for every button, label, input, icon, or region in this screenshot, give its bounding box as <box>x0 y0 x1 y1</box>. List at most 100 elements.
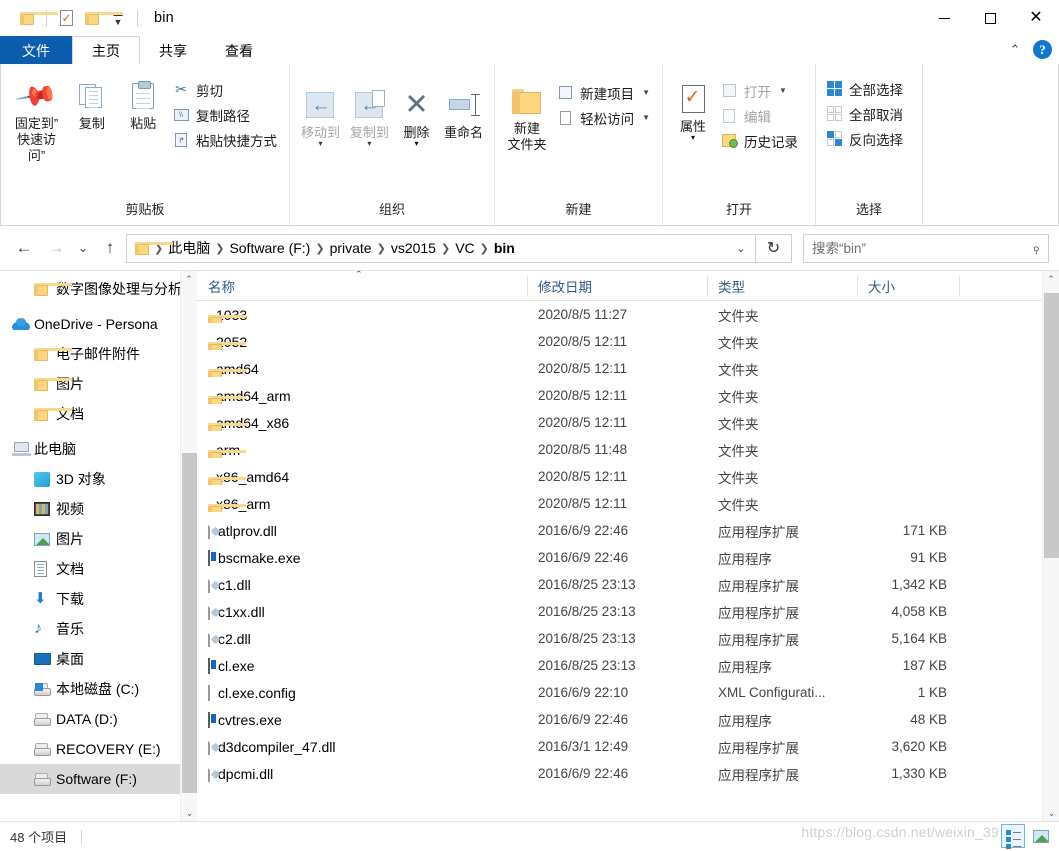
column-header-type[interactable]: 类型 <box>707 271 857 301</box>
sidebar-item-onedrive[interactable]: OneDrive - Persona <box>0 309 197 339</box>
tab-file[interactable]: 文件 <box>0 36 72 65</box>
properties-icon[interactable]: ✓ <box>53 5 79 31</box>
pin-to-quick-access-button[interactable]: 📌 固定到” 快速访问” <box>7 71 66 164</box>
sidebar-item-this-pc[interactable]: 此电脑 <box>0 434 197 464</box>
new-item-button[interactable]: 新建项目 ▼ <box>553 80 656 105</box>
maximize-button[interactable] <box>967 0 1013 36</box>
select-all-button[interactable]: 全部选择 <box>822 76 909 101</box>
column-header-date[interactable]: 修改日期 <box>527 271 707 301</box>
sidebar-item-email-attachments[interactable]: 电子邮件附件 <box>0 339 197 369</box>
file-list-scrollbar-thumb[interactable] <box>1044 293 1059 558</box>
cut-button[interactable]: ✂ 剪切 <box>169 77 283 102</box>
sidebar-item-data-d[interactable]: DATA (D:) <box>0 704 197 734</box>
breadcrumb-item-3[interactable]: vs2015 <box>387 240 440 256</box>
search-input[interactable] <box>812 240 1033 256</box>
sidebar-item-documents[interactable]: 文档 <box>0 554 197 584</box>
table-row[interactable]: arm 2020/8/5 11:48 文件夹 <box>197 436 1059 463</box>
sidebar-item-local-disk-c[interactable]: 本地磁盘 (C:) <box>0 674 197 704</box>
scroll-up-icon[interactable]: ⌃ <box>1043 271 1059 288</box>
sidebar-item-desktop[interactable]: 桌面 <box>0 644 197 674</box>
minimize-button[interactable] <box>921 0 967 36</box>
column-header-size[interactable]: 大小 <box>857 271 959 301</box>
easy-access-button[interactable]: 轻松访问 ▼ <box>553 105 656 130</box>
breadcrumb-separator[interactable]: ❯ <box>440 242 451 255</box>
tab-view[interactable]: 查看 <box>206 36 272 65</box>
search-box[interactable]: ⌕ <box>803 233 1049 263</box>
properties-button[interactable]: 属性 ▾ <box>669 74 717 141</box>
copy-to-button[interactable]: 复制到 ▾ <box>345 80 394 147</box>
new-folder-button[interactable]: 新建 文件夹 <box>501 76 553 153</box>
breadcrumb-separator[interactable]: ❯ <box>376 242 387 255</box>
delete-button[interactable]: ✕ 删除 ▾ <box>394 80 439 147</box>
sidebar-scrollbar[interactable]: ⌃ ⌄ <box>180 271 197 821</box>
rename-button[interactable]: 重命名 <box>439 80 488 141</box>
scroll-up-icon[interactable]: ⌃ <box>181 271 197 288</box>
table-row[interactable]: 1033 2020/8/5 11:27 文件夹 <box>197 301 1059 328</box>
sidebar-item-pictures[interactable]: 图片 <box>0 524 197 554</box>
table-row[interactable]: x86_amd64 2020/8/5 12:11 文件夹 <box>197 463 1059 490</box>
folder-icon[interactable] <box>14 5 58 31</box>
address-bar[interactable]: ❯ 此电脑 ❯ Software (F:) ❯ private ❯ vs2015… <box>126 233 756 263</box>
column-header-name[interactable]: 名称 ⌃ <box>197 271 527 301</box>
sidebar-item-onedrive-pictures[interactable]: 图片 <box>0 369 197 399</box>
paste-shortcut-button[interactable]: ↱ 粘贴快捷方式 <box>169 127 283 152</box>
thumbnails-view-icon[interactable] <box>1029 824 1053 848</box>
forward-button[interactable]: → <box>40 233 72 263</box>
file-list-scrollbar[interactable]: ⌃ ⌄ <box>1042 271 1059 821</box>
tab-share[interactable]: 共享 <box>140 36 206 65</box>
table-row[interactable]: amd64_arm 2020/8/5 12:11 文件夹 <box>197 382 1059 409</box>
paste-button[interactable]: 粘贴 <box>118 71 169 132</box>
breadcrumb-item-2[interactable]: private <box>326 240 376 256</box>
select-none-button[interactable]: 全部取消 <box>822 101 909 126</box>
move-to-button[interactable]: 移动到 ▾ <box>296 80 345 147</box>
table-row[interactable]: c1xx.dll 2016/8/25 23:13 应用程序扩展 4,058 KB <box>197 598 1059 625</box>
sidebar-item-digital-image[interactable]: 数字图像处理与分析 <box>0 274 197 304</box>
sidebar-item-onedrive-documents[interactable]: 文档 <box>0 399 197 429</box>
new-folder-icon[interactable] <box>79 5 123 31</box>
customize-dropdown-icon[interactable]: ▬▼ <box>105 5 131 31</box>
sidebar-item-downloads[interactable]: ⬇ 下载 <box>0 584 197 614</box>
copy-button[interactable]: 复制 <box>66 71 117 132</box>
table-row[interactable]: atlprov.dll 2016/6/9 22:46 应用程序扩展 171 KB <box>197 517 1059 544</box>
back-button[interactable]: ← <box>8 233 40 263</box>
history-button[interactable]: 历史记录 <box>717 128 804 153</box>
sidebar-scrollbar-thumb[interactable] <box>182 453 197 793</box>
sidebar-item-recovery-e[interactable]: RECOVERY (E:) <box>0 734 197 764</box>
table-row[interactable]: cvtres.exe 2016/6/9 22:46 应用程序 48 KB <box>197 706 1059 733</box>
tab-home[interactable]: 主页 <box>72 36 140 65</box>
copy-path-button[interactable]: \\ 复制路径 <box>169 102 283 127</box>
table-row[interactable]: cl.exe 2016/8/25 23:13 应用程序 187 KB <box>197 652 1059 679</box>
table-row[interactable]: x86_arm 2020/8/5 12:11 文件夹 <box>197 490 1059 517</box>
sidebar-item-3d-objects[interactable]: 3D 对象 <box>0 464 197 494</box>
recent-locations-button[interactable]: ⌄ <box>72 233 94 263</box>
table-row[interactable]: cl.exe.config 2016/6/9 22:10 XML Configu… <box>197 679 1059 706</box>
table-row[interactable]: amd64 2020/8/5 12:11 文件夹 <box>197 355 1059 382</box>
table-row[interactable]: bscmake.exe 2016/6/9 22:46 应用程序 91 KB <box>197 544 1059 571</box>
table-row[interactable]: dumpbin.exe 2016/6/9 22:46 应用程序 27 KB <box>197 787 1059 791</box>
breadcrumb-separator[interactable]: ❯ <box>214 242 225 255</box>
close-button[interactable]: ✕ <box>1013 0 1059 36</box>
details-view-icon[interactable] <box>1001 824 1025 849</box>
address-dropdown-icon[interactable]: ⌄ <box>727 235 755 262</box>
table-row[interactable]: dpcmi.dll 2016/6/9 22:46 应用程序扩展 1,330 KB <box>197 760 1059 787</box>
breadcrumb-separator[interactable]: ❯ <box>314 242 325 255</box>
table-row[interactable]: d3dcompiler_47.dll 2016/3/1 12:49 应用程序扩展… <box>197 733 1059 760</box>
edit-button[interactable]: 编辑 <box>717 103 804 128</box>
table-row[interactable]: c1.dll 2016/8/25 23:13 应用程序扩展 1,342 KB <box>197 571 1059 598</box>
up-button[interactable]: ↑ <box>94 233 126 263</box>
breadcrumb-item-5[interactable]: bin <box>490 240 519 256</box>
table-row[interactable]: c2.dll 2016/8/25 23:13 应用程序扩展 5,164 KB <box>197 625 1059 652</box>
collapse-ribbon-icon[interactable]: ⌃ <box>1005 42 1025 58</box>
sidebar-item-music[interactable]: ♪ 音乐 <box>0 614 197 644</box>
help-icon[interactable]: ? <box>1033 40 1052 59</box>
breadcrumb-item-1[interactable]: Software (F:) <box>225 240 314 256</box>
breadcrumb-separator[interactable]: ❯ <box>479 242 490 255</box>
breadcrumb-item-4[interactable]: VC <box>451 240 478 256</box>
open-button[interactable]: 打开 ▼ <box>717 78 804 103</box>
refresh-button[interactable]: ↻ <box>756 233 792 263</box>
table-row[interactable]: 2052 2020/8/5 12:11 文件夹 <box>197 328 1059 355</box>
table-row[interactable]: amd64_x86 2020/8/5 12:11 文件夹 <box>197 409 1059 436</box>
invert-selection-button[interactable]: 反向选择 <box>822 126 909 151</box>
sidebar-item-videos[interactable]: 视频 <box>0 494 197 524</box>
sidebar-item-software-f[interactable]: Software (F:) <box>0 764 197 794</box>
